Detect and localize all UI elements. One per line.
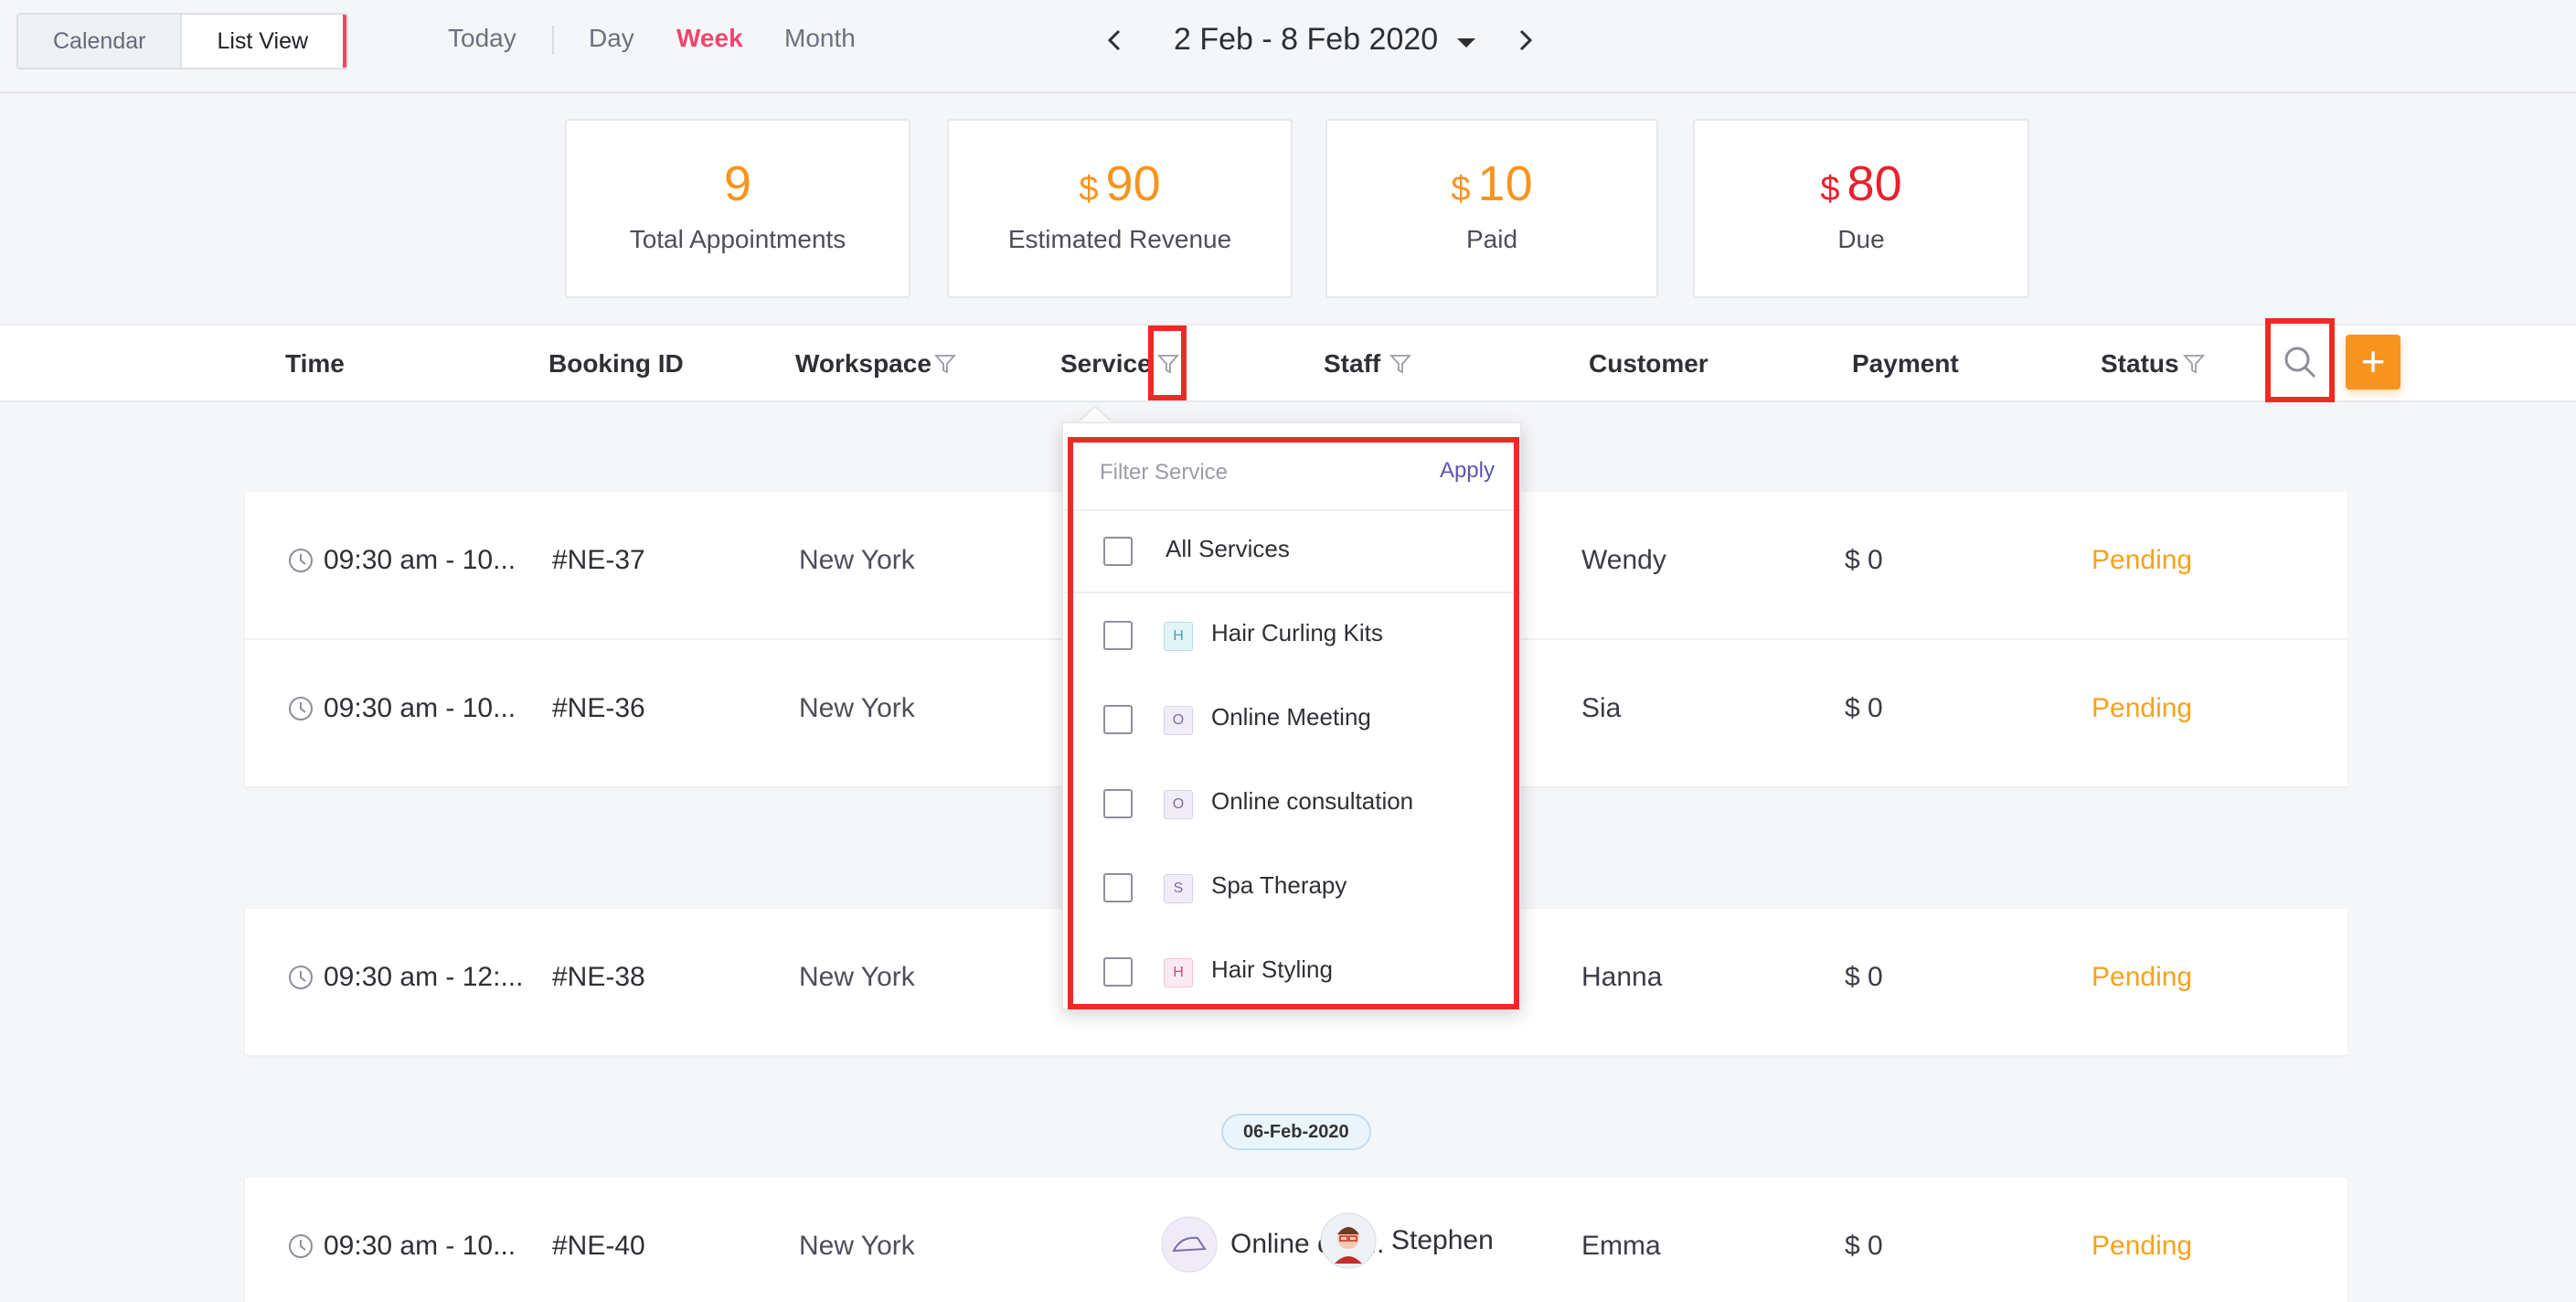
week-tab[interactable]: Week xyxy=(676,24,743,53)
next-week-icon[interactable] xyxy=(1506,22,1543,59)
stat-label: Total Appointments xyxy=(629,225,846,253)
table-row[interactable]: 09:30 am - 10... #NE-40 New York Online … xyxy=(245,1178,2347,1302)
currency-symbol: $ xyxy=(1820,170,1840,208)
currency-symbol: $ xyxy=(1451,170,1471,208)
booking-id: #NE-38 xyxy=(552,962,645,992)
booking-id: #NE-40 xyxy=(552,1231,645,1261)
status-badge: Pending xyxy=(2092,962,2193,992)
stat-label: Due xyxy=(1837,225,1885,253)
nav-divider xyxy=(552,26,554,55)
time-cell: 09:30 am - 12:... xyxy=(287,962,523,993)
stat-due: $80 Due xyxy=(1693,119,2029,298)
currency-symbol: $ xyxy=(1079,170,1099,208)
staff-name: Stephen xyxy=(1391,1225,1494,1255)
stat-value: 9 xyxy=(723,156,752,211)
staff-avatar xyxy=(1320,1212,1377,1269)
time-text: 09:30 am - 12:... xyxy=(324,962,524,992)
stat-value: 80 xyxy=(1847,156,1902,211)
booking-id: #NE-37 xyxy=(552,545,645,575)
date-range-picker[interactable]: 2 Feb - 8 Feb 2020 xyxy=(1174,22,1476,58)
customer: Sia xyxy=(1581,693,1622,723)
service-avatar-icon xyxy=(1161,1216,1218,1273)
today-button[interactable]: Today xyxy=(448,24,516,53)
stat-value-wrap: $10 xyxy=(1327,155,1656,212)
highlight-service-filter xyxy=(1148,326,1187,400)
time-text: 09:30 am - 10... xyxy=(324,693,516,723)
customer: Hanna xyxy=(1581,962,1663,992)
top-bar: Calendar List View Today Day Week Month … xyxy=(0,0,2576,93)
payment: $ 0 xyxy=(1845,962,1883,992)
column-customer: Customer xyxy=(1589,349,1708,378)
time-cell: 09:30 am - 10... xyxy=(287,545,516,576)
payment: $ 0 xyxy=(1845,1231,1883,1261)
status-badge: Pending xyxy=(2092,693,2193,723)
customer: Emma xyxy=(1581,1231,1661,1261)
column-time: Time xyxy=(285,349,345,378)
view-toggle: Calendar List View xyxy=(16,13,349,69)
appointment-group: 09:30 am - 10... #NE-40 New York Online … xyxy=(245,1178,2347,1302)
dropdown-caret xyxy=(1079,408,1112,422)
month-tab[interactable]: Month xyxy=(784,24,856,53)
add-appointment-button[interactable]: + xyxy=(2346,335,2400,390)
table-header: Time Booking ID Workspace Service Staff … xyxy=(0,324,2576,402)
stat-paid: $10 Paid xyxy=(1325,119,1658,298)
booking-id: #NE-36 xyxy=(552,693,645,723)
date-separator: 06-Feb-2020 xyxy=(1221,1114,1371,1150)
highlight-search xyxy=(2265,318,2335,402)
stat-value: 90 xyxy=(1105,156,1161,211)
clock-icon xyxy=(289,966,313,989)
time-text: 09:30 am - 10... xyxy=(324,1231,516,1261)
stat-value-wrap: $90 xyxy=(949,155,1291,212)
status-badge: Pending xyxy=(2092,1231,2193,1261)
staff-cell: Stephen xyxy=(1320,1212,1494,1269)
workspace: New York xyxy=(799,693,915,723)
stat-value-wrap: $80 xyxy=(1695,155,2028,212)
payment: $ 0 xyxy=(1845,693,1883,723)
stat-total-appointments: 9 Total Appointments xyxy=(565,119,910,298)
clock-icon xyxy=(289,1234,313,1258)
column-service: Service xyxy=(1060,349,1152,378)
stat-value: 10 xyxy=(1477,156,1533,211)
column-booking-id: Booking ID xyxy=(548,349,684,378)
workspace: New York xyxy=(799,1231,915,1261)
payment: $ 0 xyxy=(1845,545,1883,575)
highlight-dropdown xyxy=(1068,437,1519,1009)
workspace-filter-icon[interactable] xyxy=(934,353,956,375)
caret-down-icon xyxy=(1456,38,1475,48)
column-staff: Staff xyxy=(1324,349,1381,378)
calendar-view-button[interactable]: Calendar xyxy=(18,15,181,68)
workspace: New York xyxy=(799,962,915,992)
customer: Wendy xyxy=(1581,545,1666,575)
stat-estimated-revenue: $90 Estimated Revenue xyxy=(947,119,1293,298)
time-text: 09:30 am - 10... xyxy=(324,545,516,575)
list-view-button[interactable]: List View xyxy=(180,15,347,68)
time-cell: 09:30 am - 10... xyxy=(287,693,516,724)
clock-icon xyxy=(289,549,313,572)
status-badge: Pending xyxy=(2092,545,2193,575)
time-cell: 09:30 am - 10... xyxy=(287,1231,516,1262)
column-status: Status xyxy=(2101,349,2179,378)
column-workspace: Workspace xyxy=(795,349,931,378)
clock-icon xyxy=(289,697,313,720)
previous-week-icon[interactable] xyxy=(1097,22,1134,59)
workspace: New York xyxy=(799,545,915,575)
stat-label: Estimated Revenue xyxy=(1007,225,1232,253)
status-filter-icon[interactable] xyxy=(2183,353,2205,375)
date-range-text: 2 Feb - 8 Feb 2020 xyxy=(1174,22,1439,57)
staff-filter-icon[interactable] xyxy=(1389,353,1411,375)
day-tab[interactable]: Day xyxy=(589,24,634,53)
column-payment: Payment xyxy=(1852,349,1959,378)
stat-label: Paid xyxy=(1465,225,1518,253)
